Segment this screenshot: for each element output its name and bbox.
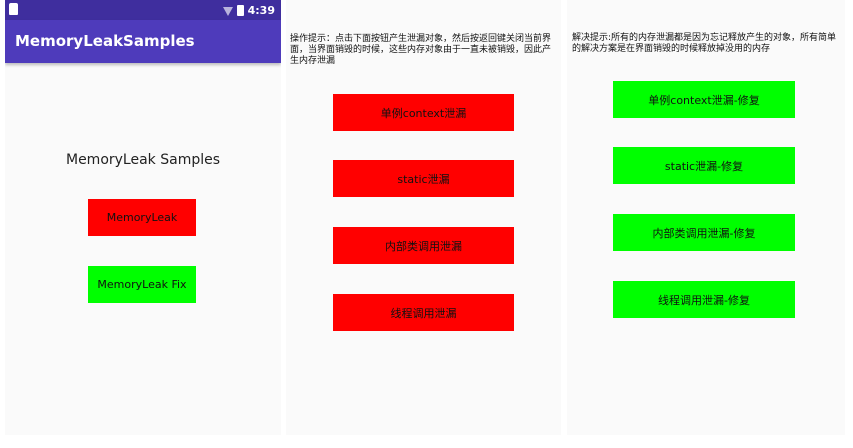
main-screen: 4:39 MemoryLeakSamples MemoryLeak Sample… [5,0,281,435]
signal-icon [222,6,233,16]
inner-class-fix-button[interactable]: 内部类调用泄漏-修复 [613,214,795,251]
singleton-context-leak-button[interactable]: 单例context泄漏 [333,94,514,131]
sim-card-icon [9,3,18,15]
battery-icon [236,4,244,16]
page-heading: MemoryLeak Samples [65,152,221,168]
thread-fix-button[interactable]: 线程调用泄漏-修复 [613,281,795,318]
status-bar-right: 4:39 [222,2,275,18]
leak-hint-text: 操作提示：点击下面按钮产生泄漏对象，然后按返回键关闭当前界面，当界面销毁的时候，… [290,34,552,66]
fix-screen: 解决提示:所有的内存泄漏都是因为忘记释放产生的对象，所有简单的解决方案是在界面销… [567,0,845,435]
app-bar: MemoryLeakSamples [5,20,281,63]
thread-leak-button[interactable]: 线程调用泄漏 [333,294,514,331]
leak-screen: 操作提示：点击下面按钮产生泄漏对象，然后按返回键关闭当前界面，当界面销毁的时候，… [286,0,561,435]
static-fix-button[interactable]: static泄漏-修复 [613,147,795,184]
status-time: 4:39 [247,3,275,17]
static-leak-button[interactable]: static泄漏 [333,160,514,197]
app-title: MemoryLeakSamples [15,32,195,50]
memoryleak-button[interactable]: MemoryLeak [88,199,196,236]
status-bar: 4:39 [5,0,281,20]
singleton-context-fix-button[interactable]: 单例context泄漏-修复 [613,81,795,118]
inner-class-leak-button[interactable]: 内部类调用泄漏 [333,227,514,264]
fix-hint-text: 解决提示:所有的内存泄漏都是因为忘记释放产生的对象，所有简单的解决方案是在界面销… [572,33,837,54]
memoryleak-fix-button[interactable]: MemoryLeak Fix [88,266,196,303]
